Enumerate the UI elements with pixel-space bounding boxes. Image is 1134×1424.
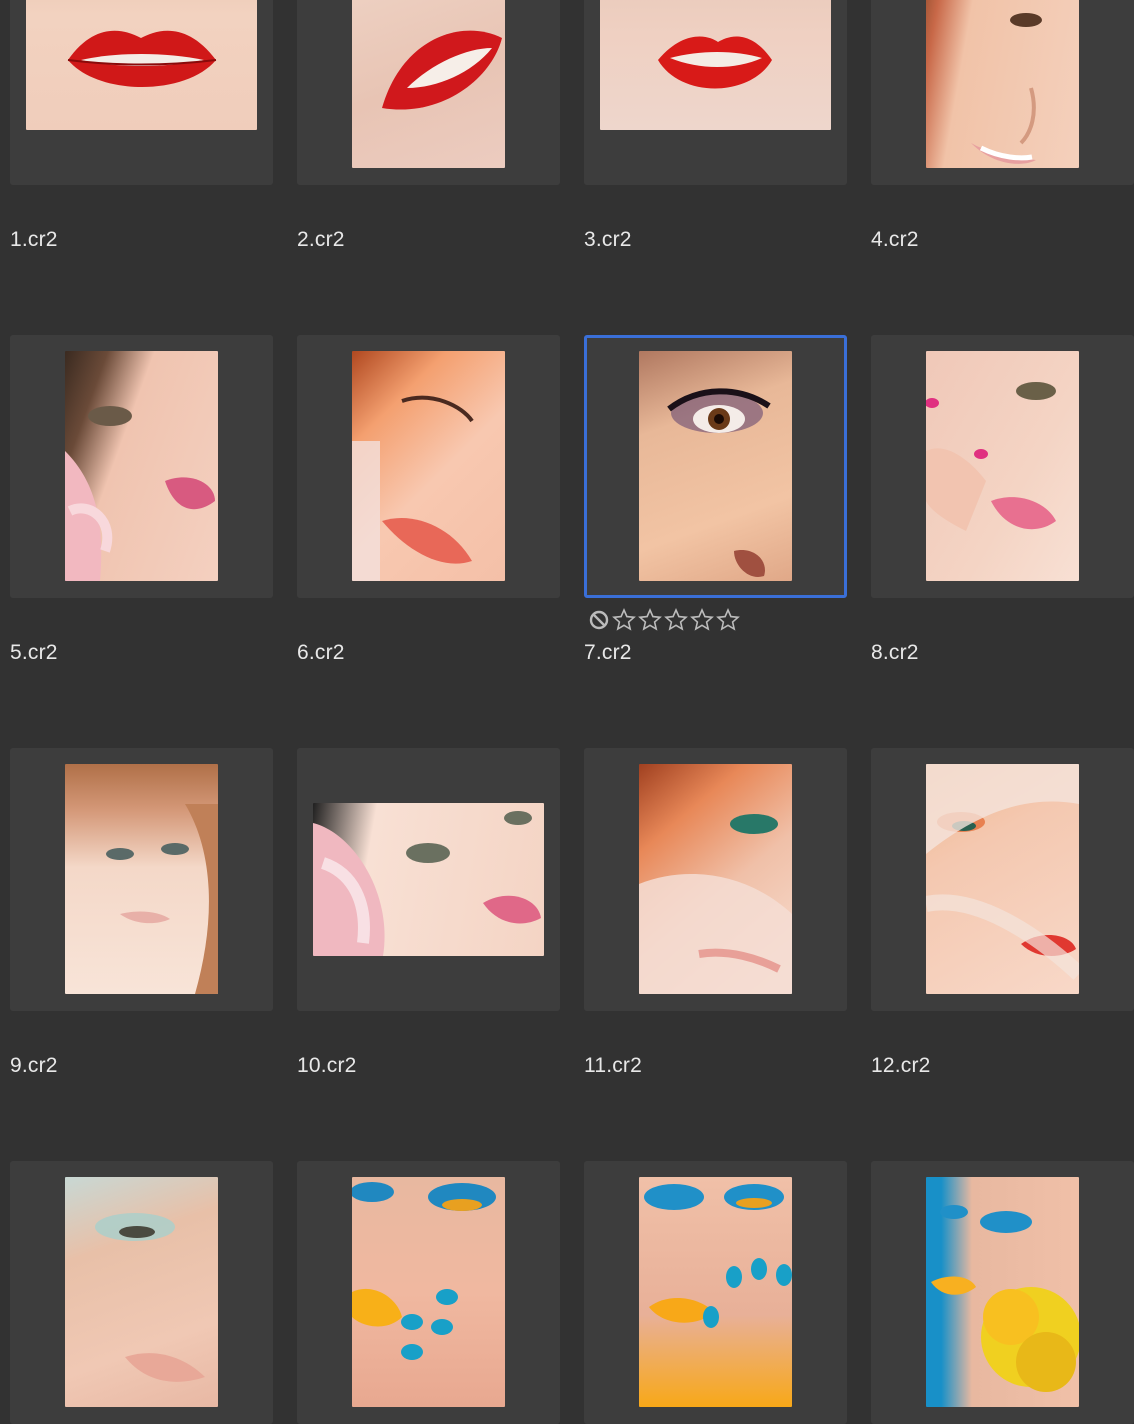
star-icon[interactable] <box>690 608 714 632</box>
thumbnail-cell-14[interactable] <box>297 1161 560 1424</box>
filename-label: 8.cr2 <box>871 641 919 664</box>
thumbnail-image-7[interactable] <box>639 351 792 581</box>
star-icon[interactable] <box>638 608 662 632</box>
thumbnail-image-2[interactable] <box>352 0 505 168</box>
thumbnail-image-11[interactable] <box>639 764 792 994</box>
thumbnail-image-15[interactable] <box>639 1177 792 1407</box>
filename-label: 3.cr2 <box>584 228 632 251</box>
thumbnail-cell-15[interactable] <box>584 1161 847 1424</box>
thumbnail-image-4[interactable] <box>926 0 1079 168</box>
face-graphic <box>931 1205 1079 1392</box>
face-graphic <box>95 1213 205 1382</box>
star-icon[interactable] <box>716 608 740 632</box>
thumbnail-image-6[interactable] <box>352 351 505 581</box>
face-graphic <box>644 1184 792 1328</box>
lips-graphic <box>67 30 217 87</box>
face-graphic <box>352 1182 496 1360</box>
face-graphic <box>65 406 215 581</box>
thumbnail-image-9[interactable] <box>65 764 218 994</box>
star-icon[interactable] <box>664 608 688 632</box>
thumbnail-cell-13[interactable] <box>10 1161 273 1424</box>
thumbnail-image-10[interactable] <box>313 803 544 956</box>
thumbnail-image-5[interactable] <box>65 351 218 581</box>
thumbnail-cell-7[interactable] <box>584 335 847 598</box>
filename-label: 1.cr2 <box>10 228 58 251</box>
thumbnail-cell-5[interactable] <box>10 335 273 598</box>
thumbnail-cell-1[interactable] <box>10 0 273 185</box>
thumbnail-cell-3[interactable] <box>584 0 847 185</box>
thumbnail-image-8[interactable] <box>926 351 1079 581</box>
filename-label: 2.cr2 <box>297 228 345 251</box>
filename-label: 12.cr2 <box>871 1054 931 1077</box>
thumbnail-cell-10[interactable] <box>297 748 560 1011</box>
thumbnail-cell-2[interactable] <box>297 0 560 185</box>
face-graphic <box>926 382 1056 531</box>
thumbnail-cell-9[interactable] <box>10 748 273 1011</box>
filename-label: 6.cr2 <box>297 641 345 664</box>
lips-graphic <box>658 36 772 89</box>
thumbnail-image-3[interactable] <box>600 0 831 130</box>
filename-label: 5.cr2 <box>10 641 58 664</box>
face-graphic <box>971 13 1042 164</box>
filename-label: 11.cr2 <box>584 1054 643 1077</box>
thumbnail-image-14[interactable] <box>352 1177 505 1407</box>
thumbnail-cell-6[interactable] <box>297 335 560 598</box>
face-graphic <box>106 804 218 994</box>
thumbnail-grid: 1.cr2 2.cr2 3.cr2 4.cr2 5.cr2 6.cr2 7.cr… <box>0 0 1134 1424</box>
thumbnail-cell-12[interactable] <box>871 748 1134 1011</box>
reject-icon[interactable] <box>588 609 610 631</box>
thumbnail-cell-4[interactable] <box>871 0 1134 185</box>
thumbnail-cell-11[interactable] <box>584 748 847 1011</box>
filename-label: 4.cr2 <box>871 228 919 251</box>
thumbnail-image-16[interactable] <box>926 1177 1079 1407</box>
thumbnail-cell-16[interactable] <box>871 1161 1134 1424</box>
filename-label: 7.cr2 <box>584 641 632 664</box>
star-icon[interactable] <box>612 608 636 632</box>
face-graphic <box>639 814 792 994</box>
face-graphic <box>926 764 1079 980</box>
thumbnail-image-13[interactable] <box>65 1177 218 1407</box>
thumbnail-cell-8[interactable] <box>871 335 1134 598</box>
thumbnail-image-1[interactable] <box>26 0 257 130</box>
filename-label: 9.cr2 <box>10 1054 58 1077</box>
eye-graphic <box>667 388 771 577</box>
rating-bar <box>588 606 740 634</box>
lips-graphic <box>382 30 502 110</box>
filename-label: 10.cr2 <box>297 1054 357 1077</box>
face-graphic <box>352 395 474 581</box>
thumbnail-image-12[interactable] <box>926 764 1079 994</box>
face-graphic <box>313 811 541 956</box>
